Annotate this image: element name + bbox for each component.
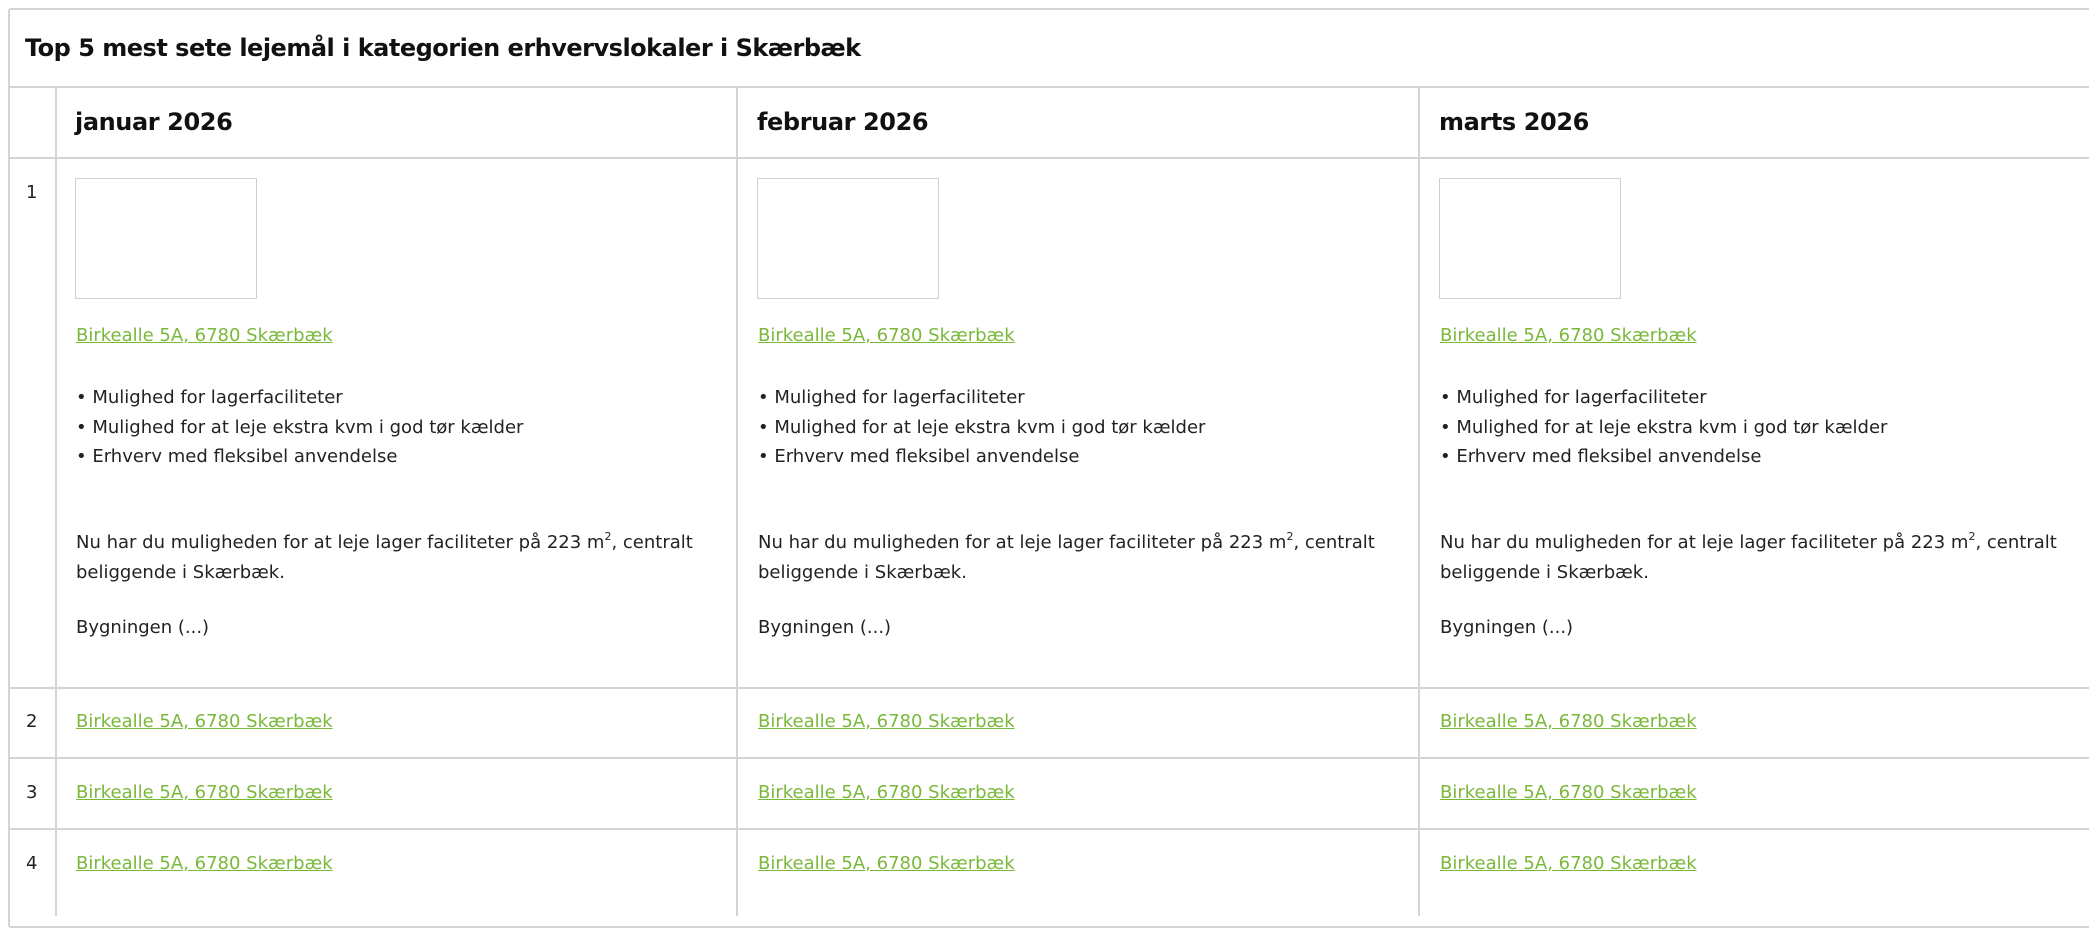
panel-title: Top 5 mest sete lejemål i kategorien erh…	[25, 34, 861, 62]
listing-link[interactable]: Birkealle 5A, 6780 Skærbæk	[758, 711, 1015, 732]
listing-link[interactable]: Birkealle 5A, 6780 Skærbæk	[1440, 325, 1697, 346]
feature-item: Mulighed for lagerfaciliteter	[1440, 383, 1887, 413]
listing-link[interactable]: Birkealle 5A, 6780 Skærbæk	[758, 853, 1015, 874]
feature-item: Mulighed for at leje ekstra kvm i god tø…	[758, 413, 1205, 443]
rank-number: 4	[26, 853, 38, 874]
listing-description: Nu har du muligheden for at leje lager f…	[758, 530, 1375, 583]
feature-item: Erhverv med fleksibel anvendelse	[1440, 442, 1887, 472]
listing-link[interactable]: Birkealle 5A, 6780 Skærbæk	[76, 325, 333, 346]
grid-line	[1418, 86, 1420, 916]
grid-line	[10, 828, 2089, 830]
listing-more-text: Bygningen (...)	[76, 617, 210, 638]
listing-link[interactable]: Birkealle 5A, 6780 Skærbæk	[76, 853, 333, 874]
feature-list: Mulighed for lagerfaciliteter Mulighed f…	[76, 383, 523, 472]
grid-line	[10, 86, 2089, 88]
listing-link[interactable]: Birkealle 5A, 6780 Skærbæk	[758, 325, 1015, 346]
feature-item: Erhverv med fleksibel anvendelse	[76, 442, 523, 472]
feature-item: Mulighed for lagerfaciliteter	[758, 383, 1205, 413]
grid-line	[736, 86, 738, 916]
listing-more-text: Bygningen (...)	[1440, 617, 1574, 638]
listing-more-text: Bygningen (...)	[758, 617, 892, 638]
column-header-february: februar 2026	[757, 108, 929, 136]
listing-link[interactable]: Birkealle 5A, 6780 Skærbæk	[1440, 782, 1697, 803]
column-header-march: marts 2026	[1439, 108, 1589, 136]
listing-description: Nu har du muligheden for at leje lager f…	[1440, 530, 2057, 583]
feature-item: Mulighed for lagerfaciliteter	[76, 383, 523, 413]
listing-link[interactable]: Birkealle 5A, 6780 Skærbæk	[1440, 711, 1697, 732]
listing-thumbnail[interactable]	[1439, 178, 1621, 299]
listing-thumbnail[interactable]	[75, 178, 257, 299]
feature-item: Mulighed for at leje ekstra kvm i god tø…	[76, 413, 523, 443]
feature-item: Mulighed for at leje ekstra kvm i god tø…	[1440, 413, 1887, 443]
grid-line	[55, 86, 57, 916]
feature-list: Mulighed for lagerfaciliteter Mulighed f…	[1440, 383, 1887, 472]
listing-thumbnail[interactable]	[757, 178, 939, 299]
listing-description: Nu har du muligheden for at leje lager f…	[76, 530, 693, 583]
listing-link[interactable]: Birkealle 5A, 6780 Skærbæk	[76, 782, 333, 803]
feature-item: Erhverv med fleksibel anvendelse	[758, 442, 1205, 472]
column-header-january: januar 2026	[75, 108, 233, 136]
feature-list: Mulighed for lagerfaciliteter Mulighed f…	[758, 383, 1205, 472]
rank-number: 3	[26, 782, 38, 803]
grid-line	[10, 157, 2089, 159]
rank-number: 1	[26, 182, 38, 203]
grid-line	[10, 757, 2089, 759]
listing-link[interactable]: Birkealle 5A, 6780 Skærbæk	[758, 782, 1015, 803]
rank-number: 2	[26, 711, 38, 732]
listing-link[interactable]: Birkealle 5A, 6780 Skærbæk	[76, 711, 333, 732]
listing-link[interactable]: Birkealle 5A, 6780 Skærbæk	[1440, 853, 1697, 874]
grid-line	[10, 687, 2089, 689]
